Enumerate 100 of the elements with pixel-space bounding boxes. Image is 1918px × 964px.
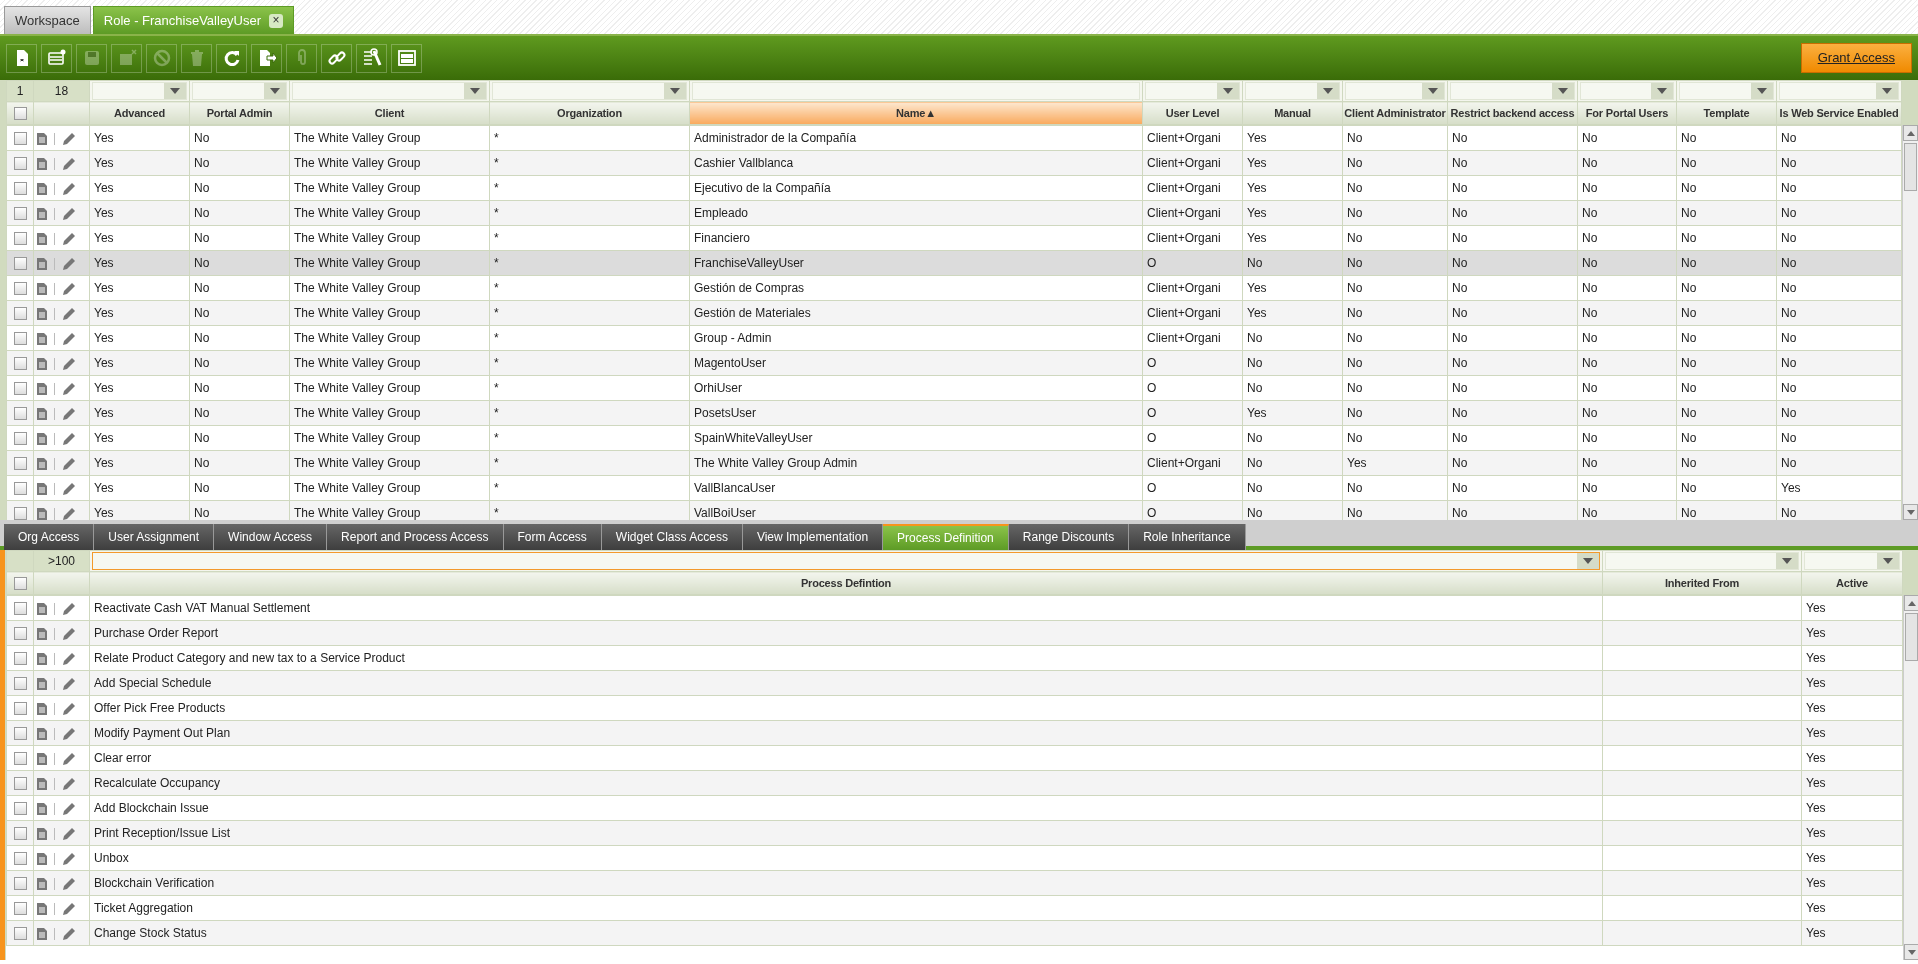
row-checkbox[interactable]	[13, 457, 27, 471]
pencil-icon[interactable]	[61, 925, 77, 942]
dropdown-button[interactable]	[1776, 553, 1798, 569]
row-checkbox[interactable]	[13, 852, 27, 866]
document-icon[interactable]	[36, 206, 48, 221]
document-icon[interactable]	[36, 726, 48, 741]
grid-row[interactable]: Yes No The White Valley Group * Ejecutivo de la Compañía Client+Organi Yes No No No No No	[6, 175, 1902, 201]
pencil-icon[interactable]	[61, 725, 77, 742]
row-checkbox[interactable]	[13, 627, 27, 641]
dropdown-button[interactable]	[1751, 83, 1773, 99]
grid-row[interactable]: Yes No The White Valley Group * Gestión de Materiales Client+Organi Yes No No No No No	[6, 300, 1902, 326]
dropdown-button[interactable]	[1877, 553, 1899, 569]
document-icon[interactable]	[36, 826, 48, 841]
scroll-up-icon[interactable]	[1907, 600, 1916, 606]
row-checkbox[interactable]	[13, 207, 27, 221]
dropdown-button[interactable]	[164, 83, 186, 99]
grid-row[interactable]: Yes No The White Valley Group * Financiero Client+Organi Yes No No No No No	[6, 225, 1902, 251]
select-all-checkbox[interactable]	[13, 577, 27, 591]
document-icon[interactable]	[36, 281, 48, 296]
tab[interactable]: Widget Class Access	[601, 524, 743, 550]
document-icon[interactable]	[36, 701, 48, 716]
new-row-button[interactable]	[41, 43, 72, 73]
row-checkbox[interactable]	[13, 432, 27, 446]
row-checkbox[interactable]	[13, 307, 27, 321]
pencil-icon[interactable]	[61, 380, 77, 397]
document-icon[interactable]	[36, 306, 48, 321]
pencil-icon[interactable]	[61, 330, 77, 347]
document-icon[interactable]	[36, 256, 48, 271]
pencil-icon[interactable]	[61, 700, 77, 717]
pencil-icon[interactable]	[61, 230, 77, 247]
pencil-icon[interactable]	[61, 850, 77, 867]
document-icon[interactable]	[36, 481, 48, 496]
row-checkbox[interactable]	[13, 902, 27, 916]
scroll-thumb[interactable]	[1905, 613, 1918, 661]
tab[interactable]: Org Access	[4, 524, 95, 550]
row-checkbox[interactable]	[13, 132, 27, 146]
column-header[interactable]: Inherited From	[1602, 571, 1802, 595]
grid-row[interactable]: Yes No The White Valley Group * VallBlancaUser O No No No No No Yes	[6, 475, 1902, 501]
row-checkbox[interactable]	[13, 827, 27, 841]
pencil-icon[interactable]	[61, 155, 77, 172]
grid-row[interactable]: Yes No The White Valley Group * Group - Admin Client+Organi No No No No No No	[6, 325, 1902, 351]
document-icon[interactable]	[36, 776, 48, 791]
dropdown-button[interactable]	[1552, 83, 1574, 99]
document-icon[interactable]	[36, 131, 48, 146]
tools-button[interactable]	[356, 43, 387, 73]
dropdown-button[interactable]	[664, 83, 686, 99]
document-icon[interactable]	[36, 651, 48, 666]
dropdown-button[interactable]	[1651, 83, 1673, 99]
document-icon[interactable]	[36, 801, 48, 816]
pencil-icon[interactable]	[61, 180, 77, 197]
pencil-icon[interactable]	[61, 875, 77, 892]
document-icon[interactable]	[36, 751, 48, 766]
layout-button[interactable]	[391, 43, 422, 73]
tab[interactable]: Report and Process Access	[327, 524, 504, 550]
row-checkbox[interactable]	[13, 507, 27, 520]
pencil-icon[interactable]	[61, 625, 77, 642]
column-header[interactable]: Is Web Service Enabled	[1776, 101, 1902, 125]
pencil-icon[interactable]	[61, 130, 77, 147]
dropdown-button[interactable]	[1876, 83, 1898, 99]
scrollbar[interactable]	[1903, 595, 1918, 960]
document-icon[interactable]	[36, 876, 48, 891]
tab[interactable]: Role Inheritance	[1129, 524, 1246, 550]
document-icon[interactable]	[36, 901, 48, 916]
row-checkbox[interactable]	[13, 482, 27, 496]
tab[interactable]: Window Access	[214, 524, 328, 550]
row-checkbox[interactable]	[13, 232, 27, 246]
dropdown-button[interactable]	[264, 83, 286, 99]
filter-field[interactable]	[92, 552, 1600, 570]
column-header[interactable]: Restrict backend access	[1447, 101, 1578, 125]
pencil-icon[interactable]	[61, 600, 77, 617]
dropdown-button[interactable]	[1577, 553, 1599, 569]
grid-row[interactable]: Yes No The White Valley Group * SpainWhiteValleyUser O No No No No No No	[6, 425, 1902, 451]
grid-row[interactable]: Yes No The White Valley Group * VallBoiUser O No No No No No No	[6, 500, 1902, 520]
scroll-up-icon[interactable]	[1906, 130, 1915, 136]
column-header[interactable]: Organization	[489, 101, 690, 125]
row-checkbox[interactable]	[13, 802, 27, 816]
refresh-button[interactable]	[216, 43, 247, 73]
document-icon[interactable]	[36, 406, 48, 421]
link-button[interactable]	[321, 43, 352, 73]
document-icon[interactable]	[36, 626, 48, 641]
pencil-icon[interactable]	[61, 775, 77, 792]
grid-row[interactable]: Yes No The White Valley Group * OrhiUser O No No No No No No	[6, 375, 1902, 401]
grid-row[interactable]: Yes No The White Valley Group * Cashier Vallblanca Client+Organi Yes No No No No No	[6, 150, 1902, 176]
new-document-button[interactable]	[6, 43, 37, 73]
row-checkbox[interactable]	[13, 357, 27, 371]
document-icon[interactable]	[36, 506, 48, 520]
pencil-icon[interactable]	[61, 455, 77, 472]
document-icon[interactable]	[36, 456, 48, 471]
tab[interactable]: User Assignment	[94, 524, 215, 550]
grid-row[interactable]: Yes No The White Valley Group * PosetsUser O Yes No No No No No	[6, 400, 1902, 426]
tab[interactable]: View Implementation	[742, 524, 884, 550]
export-button[interactable]	[251, 43, 282, 73]
pencil-icon[interactable]	[61, 650, 77, 667]
document-icon[interactable]	[36, 181, 48, 196]
pencil-icon[interactable]	[61, 430, 77, 447]
row-checkbox[interactable]	[13, 702, 27, 716]
document-icon[interactable]	[36, 381, 48, 396]
row-checkbox[interactable]	[13, 182, 27, 196]
document-icon[interactable]	[36, 926, 48, 941]
pencil-icon[interactable]	[61, 480, 77, 497]
